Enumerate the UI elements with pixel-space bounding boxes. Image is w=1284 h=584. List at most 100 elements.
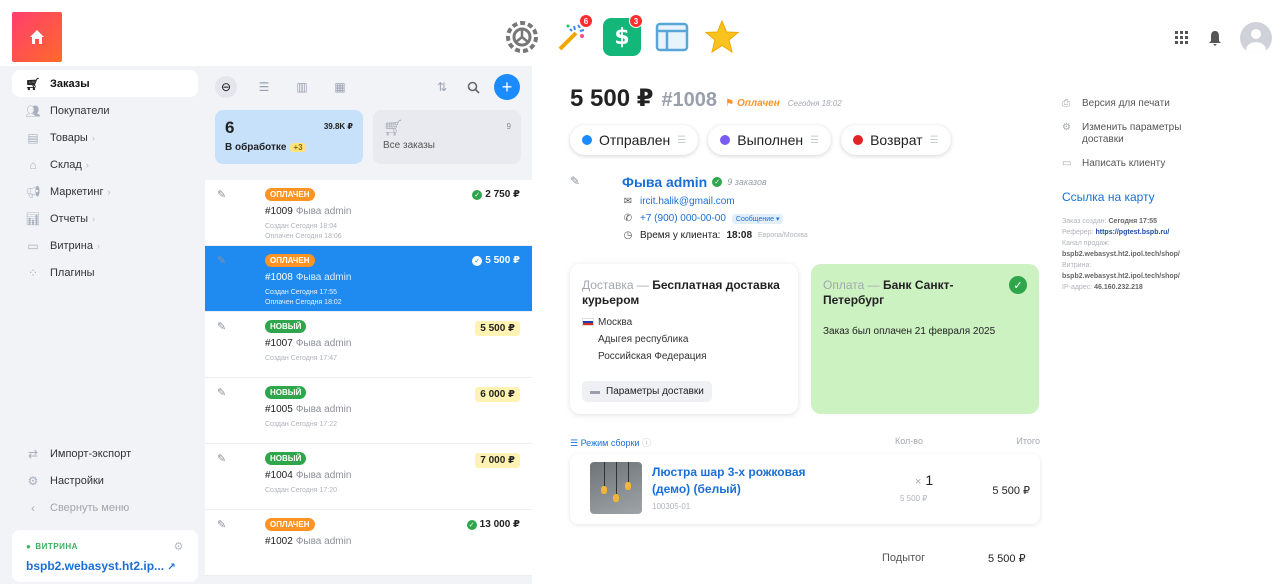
delivery-params-button[interactable]: ▬ Параметры доставки	[582, 381, 712, 402]
map-link[interactable]: Ссылка на карту	[1062, 190, 1252, 204]
order-row[interactable]: ✎ оплачен #1002 Фыва admin ✓ 13 000 ₽	[205, 510, 532, 576]
sidebar-item-label: Маркетинг	[50, 185, 104, 198]
print-version-label: Версия для печати	[1082, 98, 1170, 109]
action-button-1[interactable]: Выполнен ☰	[708, 125, 832, 155]
order-price: 13 000 ₽	[479, 519, 520, 530]
multiply-icon: ×	[915, 476, 922, 488]
product-thumbnail-icon: ✎	[217, 321, 227, 333]
avatar[interactable]	[1240, 22, 1272, 54]
external-link-icon[interactable]: ↗	[167, 562, 175, 573]
sidebar-item-2[interactable]: ▤ Товары ›	[12, 124, 198, 151]
subtotal-label: Подытог	[882, 552, 926, 564]
delivery-region: Адыгея республика	[598, 334, 689, 345]
status-badge: оплачен	[265, 518, 315, 531]
processing-amount: 39.8K ₽	[323, 122, 353, 131]
order-side-panel: ⎙ Версия для печати ⚙ Изменить параметры д…	[1062, 98, 1252, 293]
sidebar-item-1[interactable]: ⚙ Настройки	[12, 467, 198, 494]
subtotal-value: 5 500 ₽	[988, 553, 1026, 565]
search-icon[interactable]	[467, 81, 480, 94]
product-thumbnail-icon: ✎	[217, 255, 227, 267]
customer-phone[interactable]: +7 (900) 000-00-00	[640, 213, 726, 224]
order-customer: Фыва admin	[295, 206, 352, 217]
view-cards-icon[interactable]: ⊖	[215, 76, 237, 98]
email-icon: ✉	[623, 196, 633, 207]
order-row[interactable]: ✎ новый #1005 Фыва admin Создан Сегодня 17:2…	[205, 378, 532, 444]
sidebar-item-3[interactable]: ⌂ Склад ›	[12, 151, 198, 178]
assembly-mode-label: Режим сборки	[580, 438, 640, 448]
filter-all[interactable]: 🛒︎ 9 Все заказы	[373, 110, 521, 164]
assembly-mode-link[interactable]: ☰ Режим сборки ⓘ	[570, 438, 651, 448]
view-columns-icon[interactable]: ▥	[291, 76, 313, 98]
meta-referer[interactable]: https://pgtest.bspb.ru/	[1095, 229, 1169, 236]
cart-icon: 🛒︎	[383, 120, 404, 137]
apps-grid-icon[interactable]	[1174, 30, 1190, 46]
magic-wand-app-icon[interactable]: 6	[553, 14, 593, 56]
settings-icon: ⚙	[27, 473, 39, 488]
sidebar-item-4[interactable]: 📢︎ Маркетинг ›	[12, 178, 198, 205]
action-menu-icon[interactable]: ☰	[677, 135, 686, 146]
home-button[interactable]	[12, 12, 62, 62]
info-icon: ⓘ	[641, 438, 651, 448]
action-menu-icon[interactable]: ☰	[930, 135, 939, 146]
sidebar-item-0[interactable]: 🛒︎ Заказы	[12, 70, 198, 97]
verified-icon: ✓	[712, 177, 723, 187]
status-dot-icon	[720, 135, 731, 145]
storefront-url[interactable]: bspb2.webasyst.ht2.ip...	[26, 559, 164, 573]
customer-orders-count[interactable]: 9 заказов	[727, 177, 766, 187]
sidebar-item-0[interactable]: ⇄ Импорт-экспорт	[12, 440, 198, 467]
add-order-button[interactable]: +	[494, 74, 520, 100]
megaphone-icon: 📢︎	[25, 184, 41, 199]
site-app-icon[interactable]	[653, 18, 691, 56]
print-version-link[interactable]: ⎙ Версия для печати	[1062, 98, 1252, 110]
meta-channel-label: Канал продаж:	[1062, 240, 1110, 247]
shop-app-icon[interactable]: $ 3	[603, 14, 643, 56]
action-button-0[interactable]: Отправлен ☰	[570, 125, 699, 155]
notification-badge: 3	[629, 14, 643, 28]
order-row[interactable]: ✎ новый #1007 Фыва admin Создан Сегодня 17:4…	[205, 312, 532, 378]
sidebar-item-7[interactable]: ⁘ Плагины	[12, 259, 198, 286]
clock-icon: ◷	[623, 230, 633, 241]
product-thumbnail-icon: ✎	[217, 519, 227, 531]
product-sku: 100305-01	[652, 502, 691, 511]
settings-icon[interactable]: ⚙	[174, 540, 184, 553]
client-time-label: Время у клиента:	[640, 230, 721, 241]
sidebar-item-label: Импорт-экспорт	[50, 447, 132, 460]
action-button-2[interactable]: Возврат ☰	[841, 125, 951, 155]
message-button[interactable]: Сообщение ▾	[731, 213, 784, 224]
order-row[interactable]: ✎ оплачен #1008 Фыва admin Создан Сегодня 17…	[205, 246, 532, 312]
plus-icon: +	[501, 76, 513, 97]
change-delivery-link[interactable]: ⚙ Изменить параметры доставки	[1062, 122, 1252, 146]
storefront-card[interactable]: ● ВИТРИНА ⚙ bspb2.webasyst.ht2.ip... ↗	[12, 530, 198, 582]
write-client-label: Написать клиенту	[1082, 158, 1166, 169]
meta-ip-label: IP-адрес:	[1062, 284, 1093, 291]
sidebar-item-6[interactable]: ▭ Витрина ›	[12, 232, 198, 259]
star-app-icon[interactable]	[703, 18, 741, 56]
order-row[interactable]: ✎ оплачен #1009 Фыва admin Создан Сегодня 18…	[205, 180, 532, 246]
sort-icon[interactable]: ⇅	[431, 76, 453, 98]
meta-ip: 46.160.232.218	[1094, 284, 1143, 291]
filter-processing[interactable]: 6 39.8K ₽ В обработке +3	[215, 110, 363, 164]
sidebar-item-label: Склад	[50, 158, 82, 171]
order-row[interactable]: ✎ новый #1004 Фыва admin Создан Сегодня 17:2…	[205, 444, 532, 510]
action-menu-icon[interactable]: ☰	[810, 135, 819, 146]
phone-icon: ✆	[623, 213, 633, 224]
view-table-icon[interactable]: ▦	[329, 76, 351, 98]
payment-label: Оплата —	[823, 278, 880, 292]
view-list-icon[interactable]: ☰	[253, 76, 275, 98]
product-name[interactable]: Люстра шар 3-х рожковая (демо) (белый)	[652, 464, 842, 498]
sidebar-item-5[interactable]: 📊︎ Отчеты ›	[12, 205, 198, 232]
bell-icon[interactable]	[1208, 30, 1222, 46]
write-client-link[interactable]: ▭ Написать клиенту	[1062, 158, 1252, 170]
customer-name[interactable]: Фыва admin	[622, 174, 707, 190]
product-image[interactable]	[590, 462, 642, 514]
sidebar-item-1[interactable]: 👥︎ Покупатели	[12, 97, 198, 124]
order-status: Оплачен	[737, 98, 780, 109]
chat-icon: ▭	[1062, 158, 1072, 169]
customer-email[interactable]: ircit.halik@gmail.com	[640, 196, 735, 207]
gear-app-icon[interactable]	[503, 18, 541, 56]
order-total: 5 500 ₽	[570, 85, 654, 112]
status-badge: новый	[265, 386, 307, 399]
order-customer: Фыва admin	[295, 536, 352, 547]
chevron-right-icon: ›	[92, 213, 96, 224]
sidebar-item-2[interactable]: ‹ Свернуть меню	[12, 494, 198, 521]
